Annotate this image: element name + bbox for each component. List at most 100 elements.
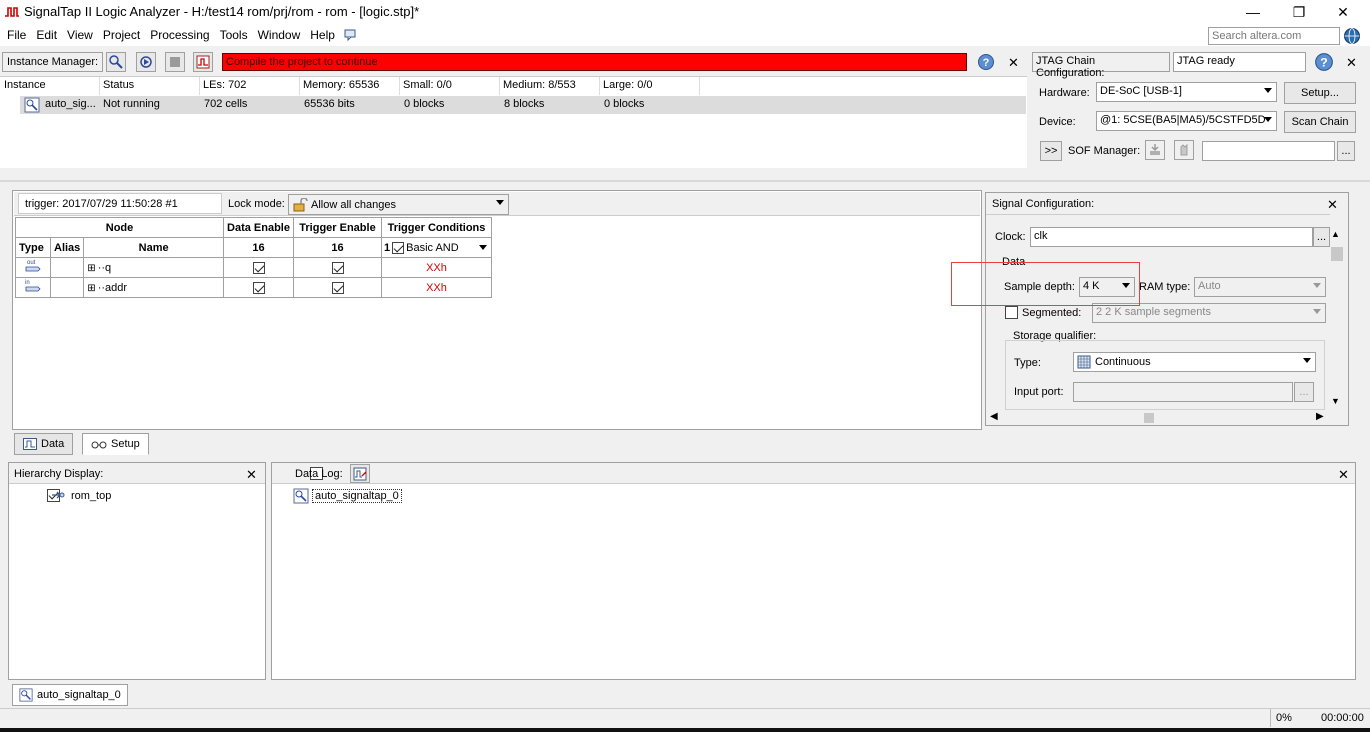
clock-browse-button[interactable]: ... [1313,227,1330,247]
close-signal-config-icon[interactable]: ✕ [1327,197,1338,213]
menu-processing[interactable]: Processing [150,28,209,42]
trigger-condition-value[interactable]: XXh [381,277,492,298]
device-select[interactable]: @1: 5CSE(BA5|MA5)/5CSTFD5D [1096,111,1277,131]
menu-edit[interactable]: Edit [36,28,57,42]
menu-help[interactable]: Help [310,28,335,42]
trigger-enable-checkbox[interactable] [331,261,344,274]
whats-this-icon[interactable] [344,29,358,41]
menu-file[interactable]: File [7,28,26,42]
signal-config-hscrollbar[interactable] [988,411,1328,425]
scroll-left-icon[interactable]: ◀ [990,411,998,422]
sof-browse-button[interactable]: ... [1337,141,1355,161]
sof-expand-button[interactable]: >> [1040,141,1062,161]
scroll-right-icon[interactable]: ▶ [1316,411,1324,422]
trigger-enable-cell[interactable] [293,257,382,278]
ram-type-select[interactable]: Auto [1194,277,1326,297]
lock-mode-value: Allow all changes [311,198,396,211]
jtag-status: JTAG ready [1173,52,1306,72]
data-enable-cell[interactable] [223,257,294,278]
menu-view[interactable]: View [67,28,93,42]
data-log-settings-icon[interactable] [350,464,370,483]
data-enable-checkbox[interactable] [252,281,265,294]
autorun-analysis-icon[interactable] [136,52,156,72]
segmented-checkbox[interactable] [1005,306,1018,319]
input-port-browse-button[interactable]: ... [1294,382,1314,402]
data-log-item[interactable]: auto_signaltap_0 [312,489,402,503]
search-input[interactable]: Search altera.com [1208,27,1340,45]
instance-small: 0 blocks [404,98,445,110]
col-medium[interactable]: Medium: 8/553 [501,77,600,95]
chevron-down-icon [496,200,504,205]
alias-cell[interactable] [49,277,85,298]
expand-icon[interactable]: ⊞ [87,283,95,294]
col-instance[interactable]: Instance [2,77,100,95]
col-status[interactable]: Status [101,77,200,95]
menu-project[interactable]: Project [103,28,140,42]
search-globe-icon[interactable] [1343,27,1361,45]
col-memory[interactable]: Memory: 65536 [301,77,400,95]
vscroll-thumb[interactable] [1331,247,1343,261]
data-enable-count: 16 [223,237,294,258]
close-data-log-icon[interactable]: ✕ [1338,467,1349,483]
sq-type-select[interactable]: Continuous [1073,352,1316,372]
run-analysis-icon[interactable] [106,52,126,72]
close-instance-manager-icon[interactable]: ✕ [1008,55,1019,71]
trigger-condition-value[interactable]: XXh [381,257,492,278]
close-jtag-icon[interactable]: ✕ [1346,55,1357,71]
jtag-help-icon[interactable]: ? [1314,52,1334,75]
trigger-enable-checkbox[interactable] [331,281,344,294]
node-row-addr[interactable]: in ⊞ ··addr XXh [15,277,492,298]
input-port-input[interactable] [1073,382,1293,402]
col-small[interactable]: Small: 0/0 [401,77,500,95]
pane-separator[interactable] [0,180,1370,182]
data-enable-checkbox[interactable] [252,261,265,274]
col-large[interactable]: Large: 0/0 [601,77,700,95]
signaltap-app-icon [4,4,20,20]
name-header: Name [83,237,224,258]
col-les[interactable]: LEs: 702 [201,77,300,95]
expand-icon[interactable]: ⊞ [87,263,95,274]
close-window-button[interactable]: ✕ [1320,0,1366,24]
instance-icon [24,97,40,113]
trigger-condition-select[interactable]: 1 Basic AND [381,237,492,258]
trigger-enable-cell[interactable] [293,277,382,298]
help-icon[interactable]: ? [976,52,996,72]
annotation-highlight-box [951,262,1140,306]
setup-button[interactable]: Setup... [1284,82,1356,104]
lock-mode-select[interactable]: Allow all changes [288,194,509,215]
tab-setup[interactable]: Setup [82,433,149,455]
instance-name: auto_sig... [45,98,96,110]
hierarchy-node-icon [52,491,65,499]
menu-window[interactable]: Window [258,28,301,42]
minimize-button[interactable]: — [1230,0,1276,24]
input-pin-icon: in [15,277,51,298]
scan-chain-button[interactable]: Scan Chain [1284,111,1356,133]
hardware-select[interactable]: DE-SoC [USB-1] [1096,82,1277,102]
clock-input[interactable]: clk [1030,227,1313,247]
hscroll-thumb[interactable] [1144,413,1154,423]
tab-setup-label: Setup [111,438,140,450]
node-name-cell[interactable]: ⊞ ··addr [83,277,224,298]
stop-programming-icon[interactable] [1174,140,1194,160]
tab-data[interactable]: Data [14,433,74,455]
hierarchy-item[interactable]: rom_top [71,490,111,502]
menu-tools[interactable]: Tools [220,28,248,42]
read-data-icon[interactable] [193,52,213,72]
scroll-down-icon[interactable]: ▼ [1331,396,1340,406]
maximize-button[interactable]: ❐ [1276,0,1322,24]
trigger-condition-checkbox[interactable] [392,241,405,254]
stop-analysis-icon[interactable] [165,52,185,72]
node-name-cell[interactable]: ⊞ ··q [83,257,224,278]
instance-tab[interactable]: auto_signaltap_0 [12,684,128,706]
close-hierarchy-icon[interactable]: ✕ [246,467,257,483]
data-enable-cell[interactable] [223,277,294,298]
instance-manager-label: Instance Manager: [2,52,104,72]
elapsed-time: 00:00:00 [1321,712,1364,724]
sof-file-input[interactable] [1202,141,1335,161]
alias-cell[interactable] [49,257,85,278]
scroll-up-icon[interactable]: ▲ [1331,229,1340,239]
window-title: SignalTap II Logic Analyzer - H:/test14 … [24,4,420,19]
segmented-select[interactable]: 2 2 K sample segments [1092,303,1326,323]
node-row-q[interactable]: out ⊞ ··q XXh [15,257,492,278]
program-device-icon[interactable] [1145,140,1165,160]
